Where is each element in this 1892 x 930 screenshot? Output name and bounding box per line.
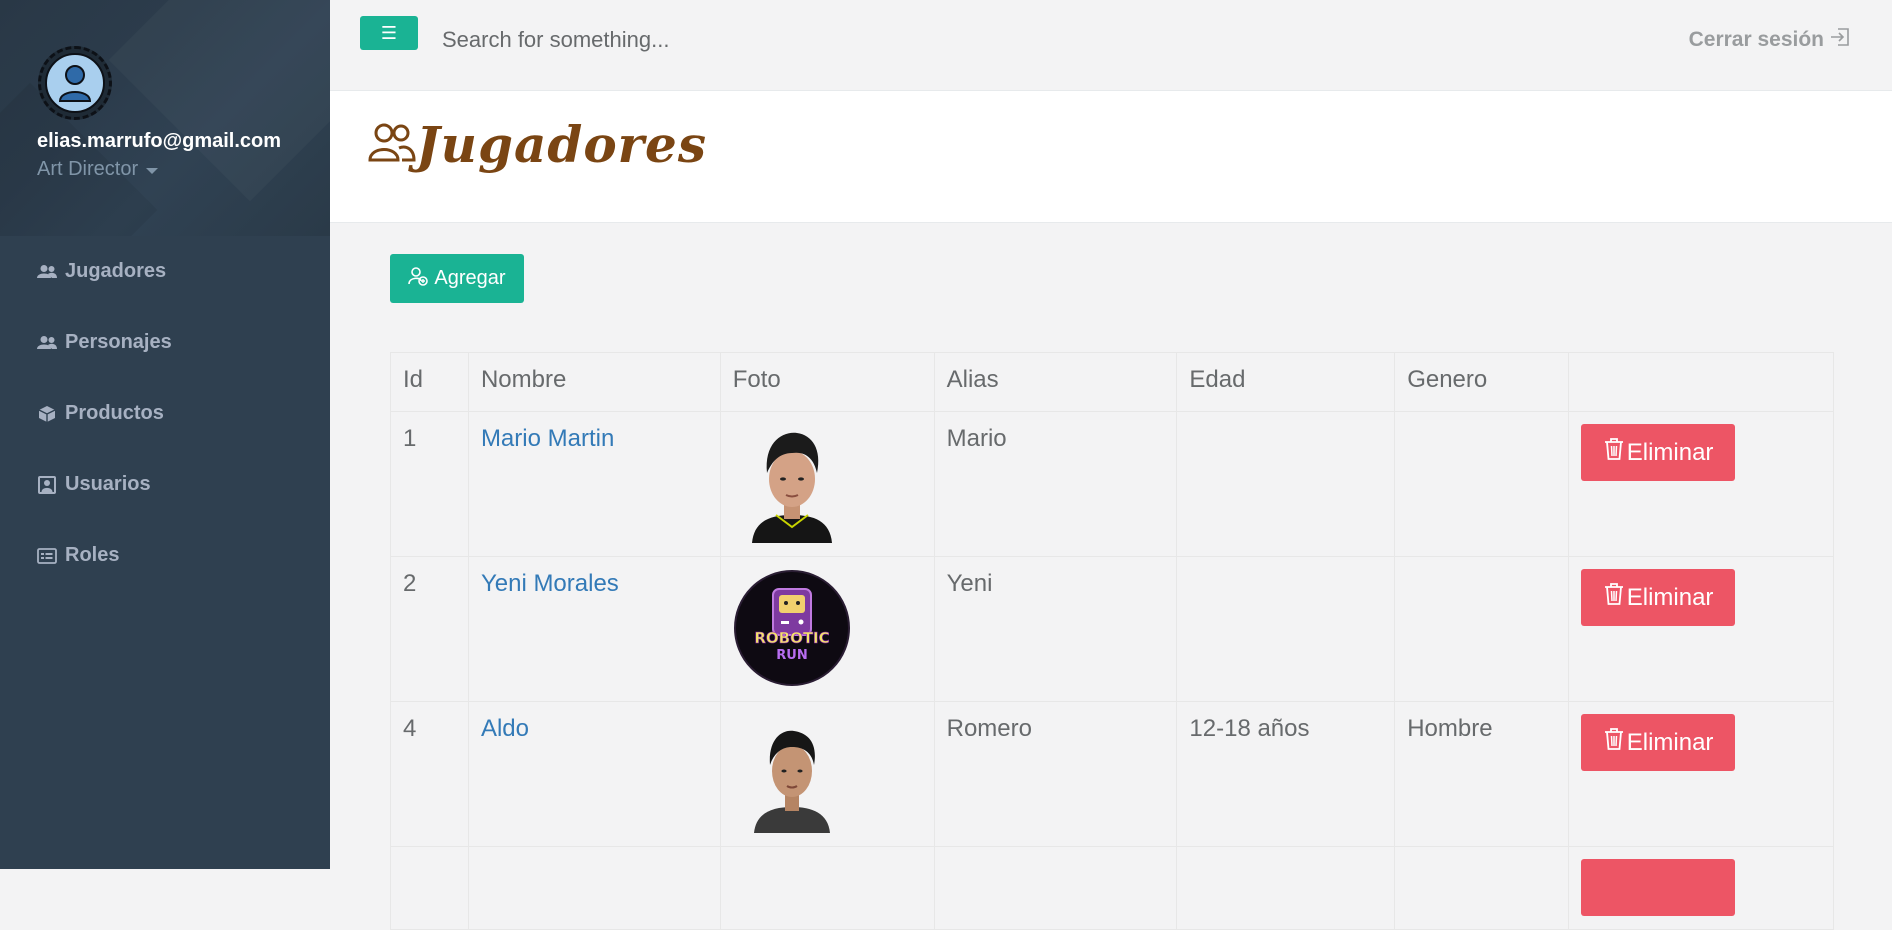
logout-link[interactable]: Cerrar sesión	[1689, 28, 1850, 52]
cell-alias	[933, 846, 1178, 930]
users-outline-icon	[368, 120, 416, 169]
logout-label: Cerrar sesión	[1688, 28, 1824, 51]
column-header: Nombre	[467, 352, 721, 412]
cell-id: 4	[390, 701, 469, 847]
user-box-icon	[37, 475, 57, 495]
user-role-dropdown[interactable]: Art Director	[37, 158, 159, 181]
player-photo	[733, 712, 851, 834]
add-button-label: Agregar	[434, 267, 506, 289]
cell-id	[390, 846, 469, 930]
sidebar-item-personajes[interactable]: Personajes	[0, 307, 330, 378]
trash-icon	[1603, 437, 1625, 468]
delete-label: Eliminar	[1626, 438, 1714, 466]
cell-id: 2	[390, 556, 469, 702]
cell-edad	[1176, 411, 1396, 557]
cell-foto	[719, 701, 935, 847]
player-name-link[interactable]: Yeni Morales	[481, 570, 619, 597]
delete-button[interactable]: Eliminar	[1581, 569, 1736, 626]
table-row-partial	[390, 846, 1834, 930]
table-header-row: Id Nombre Foto Alias Edad Genero	[390, 352, 1834, 412]
page-heading: Jugadores	[330, 91, 1892, 223]
column-header: Foto	[719, 352, 935, 412]
sidebar-profile: elias.marrufo@gmail.com Art Director	[0, 0, 330, 236]
cell-nombre: Yeni Morales	[467, 556, 721, 702]
table-row: 4 Aldo Romero 12-18 años Hombre Eliminar	[390, 701, 1834, 847]
cell-foto	[719, 846, 935, 930]
cell-genero	[1394, 411, 1570, 557]
sign-out-icon	[1830, 28, 1850, 52]
robotic-run-line2: RUN	[776, 648, 807, 663]
robotic-run-line1: ROBOTIC	[754, 629, 829, 647]
cell-actions: Eliminar	[1568, 701, 1834, 847]
cell-nombre: Aldo	[467, 701, 721, 847]
sidebar-item-roles[interactable]: Roles	[0, 520, 330, 591]
table-row: 2 Yeni Morales ROBOTIC RUN Yeni Eliminar	[390, 556, 1834, 702]
search-input[interactable]	[442, 22, 942, 58]
cube-icon	[37, 404, 57, 424]
cell-genero	[1394, 846, 1570, 930]
delete-button[interactable]	[1581, 859, 1736, 916]
sidebar-item-label: Productos	[65, 402, 164, 424]
cell-id: 1	[390, 411, 469, 557]
user-email: elias.marrufo@gmail.com	[37, 130, 282, 152]
page-title: Jugadores	[416, 115, 707, 174]
sidebar-item-label: Jugadores	[65, 260, 167, 282]
user-avatar-icon	[45, 53, 105, 113]
cell-alias: Romero	[933, 701, 1178, 847]
sidebar-item-label: Roles	[65, 544, 120, 566]
sidebar-item-label: Usuarios	[65, 473, 151, 495]
cell-nombre: Mario Martin	[467, 411, 721, 557]
menu-toggle-button[interactable]: ☰	[360, 16, 418, 50]
cell-actions: Eliminar	[1568, 556, 1834, 702]
user-plus-icon	[408, 266, 429, 292]
trash-icon	[1603, 727, 1625, 758]
player-photo: ROBOTIC RUN	[733, 567, 851, 689]
table-row: 1 Mario Martin Mario Eliminar	[390, 411, 1834, 557]
delete-label: Eliminar	[1626, 728, 1714, 756]
delete-button[interactable]: Eliminar	[1581, 424, 1736, 481]
users-icon	[37, 262, 57, 282]
avatar[interactable]	[38, 46, 112, 120]
sidebar: elias.marrufo@gmail.com Art Director Jug…	[0, 0, 330, 869]
sidebar-item-productos[interactable]: Productos	[0, 378, 330, 449]
player-photo	[733, 422, 851, 544]
id-card-icon	[37, 546, 57, 566]
cell-genero: Hombre	[1394, 701, 1570, 847]
sidebar-item-jugadores[interactable]: Jugadores	[0, 236, 330, 307]
player-name-link[interactable]: Aldo	[481, 715, 529, 742]
cell-alias: Mario	[933, 411, 1178, 557]
cell-foto: ROBOTIC RUN	[719, 556, 935, 702]
sidebar-item-label: Personajes	[65, 331, 172, 353]
players-table: Id Nombre Foto Alias Edad Genero 1 Mario…	[390, 352, 1834, 930]
hamburger-icon: ☰	[380, 22, 398, 43]
sidebar-item-usuarios[interactable]: Usuarios	[0, 449, 330, 520]
top-navbar: ☰ Cerrar sesión	[330, 0, 1892, 91]
users-icon	[37, 333, 57, 353]
cell-nombre	[467, 846, 721, 930]
cell-actions	[1568, 846, 1834, 930]
player-name-link[interactable]: Mario Martin	[481, 425, 614, 452]
trash-icon	[1603, 582, 1625, 613]
cell-edad: 12-18 años	[1176, 701, 1396, 847]
column-header: Alias	[933, 352, 1178, 412]
page-title-wrap: Jugadores	[368, 115, 707, 174]
column-header: Edad	[1176, 352, 1396, 412]
cell-edad	[1176, 556, 1396, 702]
cell-alias: Yeni	[933, 556, 1178, 702]
cell-actions: Eliminar	[1568, 411, 1834, 557]
cell-genero	[1394, 556, 1570, 702]
column-header: Id	[390, 352, 469, 412]
delete-button[interactable]: Eliminar	[1581, 714, 1736, 771]
caret-down-icon	[146, 168, 159, 174]
side-nav: Jugadores Personajes Productos Usuarios …	[0, 236, 330, 591]
delete-label: Eliminar	[1626, 583, 1714, 611]
add-button[interactable]: Agregar	[390, 254, 524, 303]
column-header	[1568, 352, 1834, 412]
user-role-label: Art Director	[37, 158, 139, 180]
column-header: Genero	[1394, 352, 1570, 412]
cell-edad	[1176, 846, 1396, 930]
cell-foto	[719, 411, 935, 557]
